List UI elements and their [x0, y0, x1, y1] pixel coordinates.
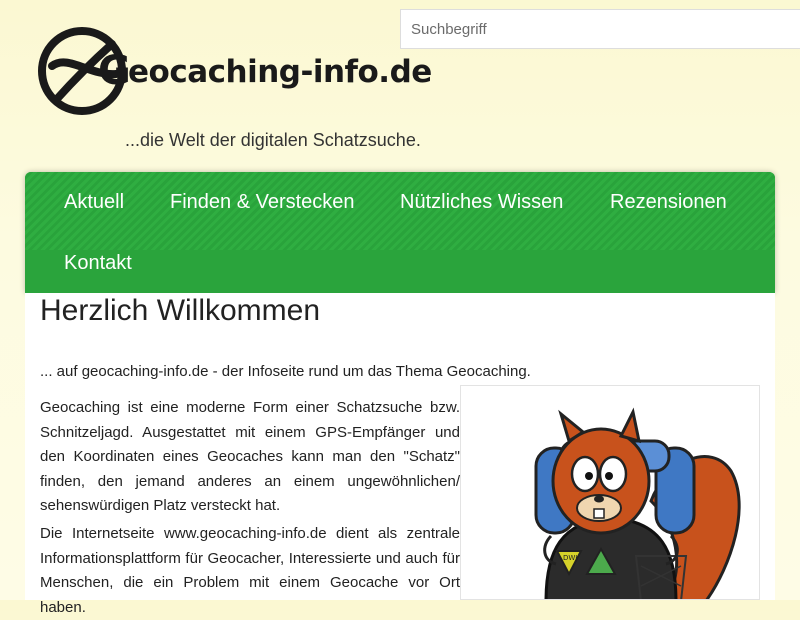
nav-item-kontakt[interactable]: Kontakt: [64, 252, 132, 275]
paragraph-geocaching: Geocaching ist eine moderne Form einer S…: [40, 399, 460, 514]
nav-item-finden-verstecken[interactable]: Finden & Verstecken: [170, 191, 355, 214]
logo-first-letter: G: [98, 48, 131, 94]
paragraph-website: Die Internetseite www.geocaching-info.de…: [40, 525, 460, 616]
mascot-badge-text: DWJ: [563, 554, 577, 562]
squirrel-mascot-icon: DWJ: [534, 407, 741, 599]
nav-item-aktuell[interactable]: Aktuell: [64, 191, 124, 214]
intro-text: ... auf geocaching-info.de - der Infosei…: [40, 363, 531, 380]
logo-text: eocaching-info.de: [128, 54, 432, 90]
page-title: Herzlich Willkommen: [40, 294, 321, 327]
site-tagline: ...die Welt der digitalen Schatzsuche.: [125, 130, 421, 150]
mascot-image: DWJ: [460, 385, 760, 600]
search-input[interactable]: [400, 9, 800, 49]
nav-item-nuetzliches-wissen[interactable]: Nützliches Wissen: [400, 191, 563, 214]
main-navigation: Aktuell Finden & Verstecken Nützliches W…: [25, 172, 775, 293]
nav-item-rezensionen[interactable]: Rezensionen: [610, 191, 727, 214]
